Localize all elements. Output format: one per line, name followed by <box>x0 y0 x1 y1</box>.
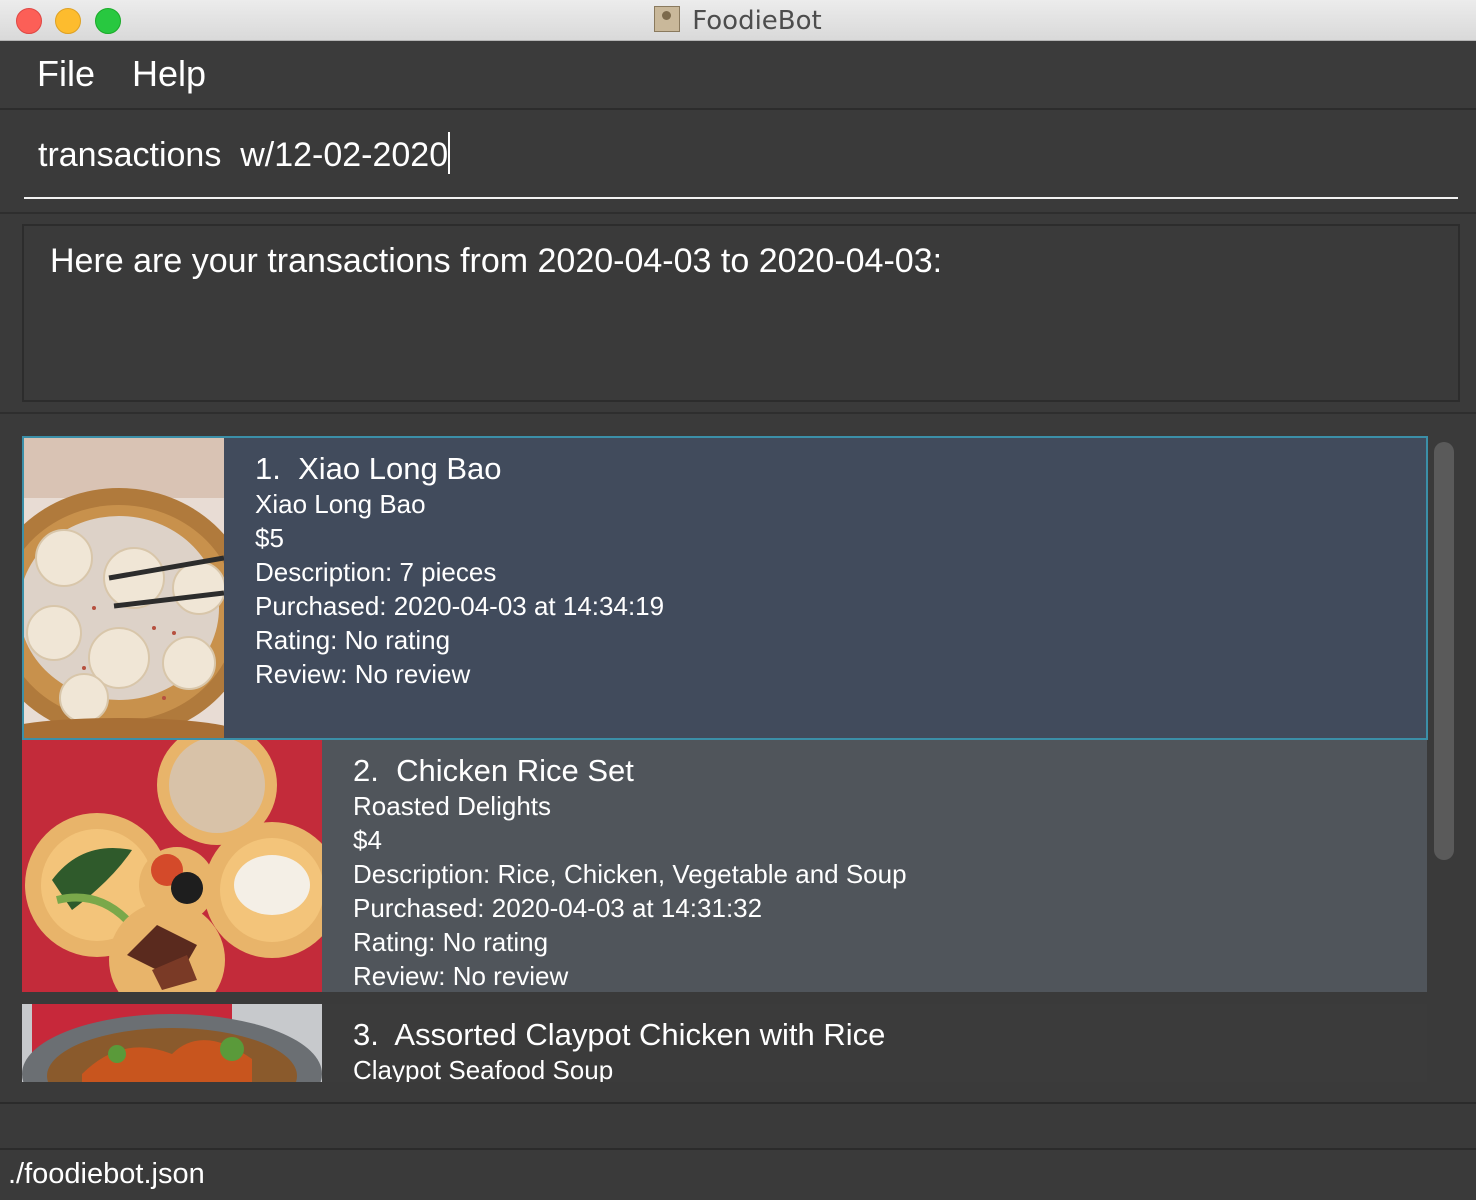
text-caret <box>448 132 451 174</box>
transaction-card[interactable]: 2. Chicken Rice Set Roasted Delights $4 … <box>22 740 1427 992</box>
claypot-chicken-photo <box>22 1004 322 1082</box>
list-scrollbar-thumb[interactable] <box>1434 442 1454 860</box>
transaction-title: 3. Assorted Claypot Chicken with Rice <box>353 1017 885 1053</box>
window-title-text: FoodieBot <box>692 6 822 36</box>
transaction-rating: Rating: No rating <box>255 625 451 655</box>
transaction-price: $4 <box>353 825 382 855</box>
status-bar-spacer <box>0 1102 1476 1148</box>
chicken-rice-set-photo <box>22 740 322 992</box>
result-display: Here are your transactions from 2020-04-… <box>22 224 1460 402</box>
window-title: FoodieBot <box>0 6 1476 36</box>
menu-help[interactable]: Help <box>132 53 206 95</box>
result-message: Here are your transactions from 2020-04-… <box>50 242 943 280</box>
command-input[interactable]: transactions w/12-02-2020 <box>38 132 451 175</box>
command-input-underline <box>24 197 1458 199</box>
transaction-details: 2. Chicken Rice Set Roasted Delights $4 … <box>353 753 907 992</box>
status-bar: ./foodiebot.json <box>0 1148 1476 1200</box>
transaction-description: Description: Rice, Chicken, Vegetable an… <box>353 859 907 889</box>
menu-bar: File Help <box>0 41 1476 110</box>
transaction-index: 1. <box>255 451 281 486</box>
save-location: ./foodiebot.json <box>8 1158 205 1190</box>
transaction-stall: Xiao Long Bao <box>255 489 426 519</box>
transaction-index: 2. <box>353 753 379 788</box>
title-bar: FoodieBot <box>0 0 1476 41</box>
transaction-description: Description: 7 pieces <box>255 557 497 587</box>
transaction-name: Chicken Rice Set <box>396 753 634 788</box>
transaction-review: Review: No review <box>353 961 569 991</box>
transaction-details: 1. Xiao Long Bao Xiao Long Bao $5 Descri… <box>255 451 664 691</box>
transaction-details: 3. Assorted Claypot Chicken with Rice Cl… <box>353 1017 885 1082</box>
transaction-card[interactable]: 1. Xiao Long Bao Xiao Long Bao $5 Descri… <box>22 436 1428 740</box>
transaction-index: 3. <box>353 1017 379 1052</box>
command-box: transactions w/12-02-2020 <box>0 110 1476 214</box>
transaction-purchased: Purchased: 2020-04-03 at 14:31:32 <box>353 893 763 923</box>
transaction-price: $5 <box>255 523 284 553</box>
transaction-list[interactable]: 1. Xiao Long Bao Xiao Long Bao $5 Descri… <box>0 412 1476 1104</box>
transaction-stall: Roasted Delights <box>353 791 551 821</box>
transaction-stall: Claypot Seafood Soup <box>353 1055 614 1082</box>
transaction-title: 2. Chicken Rice Set <box>353 753 907 789</box>
command-input-text: transactions w/12-02-2020 <box>38 136 449 174</box>
transaction-review: Review: No review <box>255 659 471 689</box>
xiao-long-bao-photo <box>24 438 224 738</box>
transaction-purchased: Purchased: 2020-04-03 at 14:34:19 <box>255 591 665 621</box>
menu-file[interactable]: File <box>37 53 95 95</box>
transaction-title: 1. Xiao Long Bao <box>255 451 664 487</box>
transaction-rating: Rating: No rating <box>353 927 549 957</box>
transaction-card[interactable]: 3. Assorted Claypot Chicken with Rice Cl… <box>22 1004 1427 1082</box>
contacts-app-icon <box>654 6 681 32</box>
transaction-name: Assorted Claypot Chicken with Rice <box>394 1017 886 1052</box>
transaction-name: Xiao Long Bao <box>298 451 502 486</box>
